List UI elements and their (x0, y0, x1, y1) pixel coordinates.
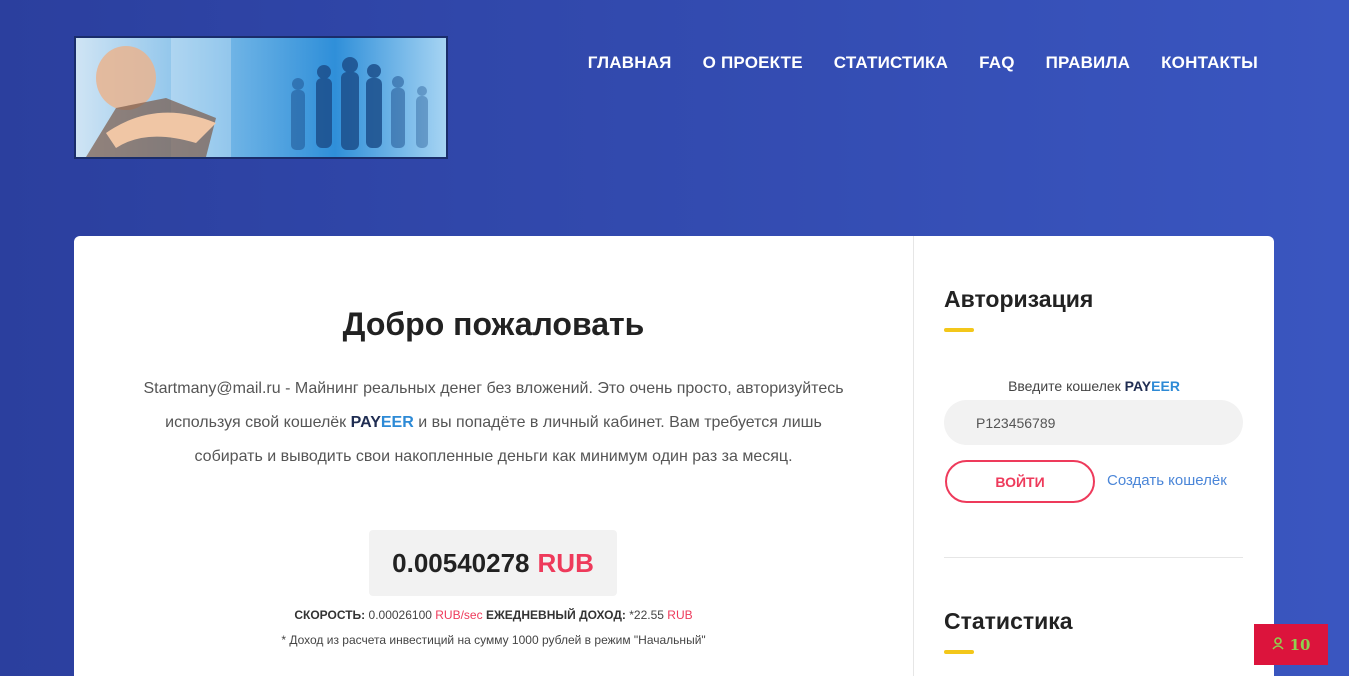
wallet-brand-eer: EER (1151, 378, 1180, 394)
speed-line: СКОРОСТЬ: 0.00026100 RUB/sec ЕЖЕДНЕВНЫЙ … (74, 608, 913, 622)
main-section: Добро пожаловать Startmany@mail.ru - Май… (74, 236, 914, 676)
intro-text: Startmany@mail.ru - Майнинг реальных ден… (134, 372, 853, 474)
speed-unit: RUB/sec (435, 608, 483, 622)
stats-title: Статистика (944, 608, 1073, 634)
nav-contacts[interactable]: КОНТАКТЫ (1161, 53, 1258, 73)
online-users-badge[interactable]: 10 (1254, 624, 1328, 665)
balance-value: 0.00540278 (392, 547, 530, 578)
nav-home[interactable]: ГЛАВНАЯ (588, 53, 672, 73)
site-header: ГЛАВНАЯ О ПРОЕКТЕ СТАТИСТИКА FAQ ПРАВИЛА… (0, 0, 1349, 236)
wallet-prompt: Введите кошелек PAYEER (944, 378, 1244, 394)
payeer-brand-pay: PAY (350, 414, 381, 431)
nav-about[interactable]: О ПРОЕКТЕ (703, 53, 803, 73)
sidebar: Авторизация Введите кошелек PAYEER ВОЙТИ… (944, 236, 1244, 676)
balance-currency: RUB (537, 547, 594, 578)
login-button[interactable]: ВОЙТИ (945, 460, 1095, 503)
daily-income-value: *22.55 (629, 608, 664, 622)
auth-title-underline (944, 328, 974, 332)
speed-label: СКОРОСТЬ: (294, 608, 366, 622)
daily-income-label: ЕЖЕДНЕВНЫЙ ДОХОД: (485, 608, 626, 622)
site-logo[interactable] (74, 36, 448, 159)
wallet-input[interactable] (944, 400, 1243, 445)
page-title: Добро пожаловать (342, 306, 645, 342)
balance-box: 0.00540278 RUB (369, 530, 617, 596)
nav-faq[interactable]: FAQ (979, 53, 1015, 73)
logo-image (76, 38, 446, 157)
stats-title-underline (944, 650, 974, 654)
content-card: Добро пожаловать Startmany@mail.ru - Май… (74, 236, 1274, 676)
auth-title: Авторизация (944, 286, 1094, 312)
income-note: * Доход из расчета инвестиций на сумму 1… (281, 633, 706, 647)
daily-income-unit: RUB (667, 608, 693, 622)
create-wallet-link[interactable]: Создать кошелёк (1107, 472, 1227, 489)
main-nav: ГЛАВНАЯ О ПРОЕКТЕ СТАТИСТИКА FAQ ПРАВИЛА… (588, 53, 1258, 73)
payeer-brand-eer: EER (380, 414, 414, 431)
user-icon (1271, 636, 1284, 654)
nav-rules[interactable]: ПРАВИЛА (1046, 53, 1130, 73)
wallet-prompt-text: Введите кошелек (1008, 378, 1125, 394)
wallet-brand-pay: PAY (1124, 378, 1152, 394)
online-count: 10 (1289, 635, 1311, 654)
nav-statistics[interactable]: СТАТИСТИКА (834, 53, 948, 73)
sidebar-divider (944, 557, 1243, 558)
speed-value: 0.00026100 (368, 608, 432, 622)
